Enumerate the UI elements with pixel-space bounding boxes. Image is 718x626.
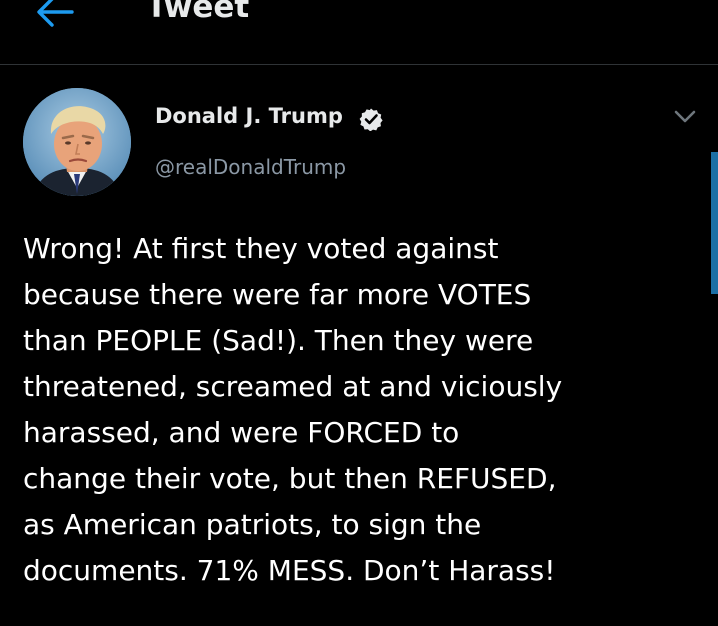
tweet-text-line: as American patriots, to sign the — [23, 508, 482, 541]
tweet-text-line: than PEOPLE (Sad!). Then they were — [23, 324, 534, 357]
tweet-text-line: harassed, and were FORCED to — [23, 416, 460, 449]
avatar[interactable] — [23, 88, 131, 196]
author-handle[interactable]: @realDonaldTrump — [155, 155, 346, 179]
back-button[interactable] — [30, 0, 80, 30]
page-title: Tweet — [146, 0, 250, 25]
tweet-text-line: change their vote, but then REFUSED, — [23, 462, 557, 495]
author-display-name[interactable]: Donald J. Trump — [155, 104, 343, 128]
tweet-text-line: documents. 71% MESS. Don’t Harass! — [23, 554, 556, 587]
tweet-text: Wrong! At first they voted against becau… — [23, 226, 703, 594]
scrollbar-thumb[interactable] — [711, 152, 718, 294]
tweet-text-line: threatened, screamed at and viciously — [23, 370, 563, 403]
tweet-text-line: Wrong! At first they voted against — [23, 232, 499, 265]
profile-photo — [23, 88, 131, 196]
verified-badge-icon — [359, 107, 383, 132]
tweet-text-line: because there were far more VOTES — [23, 278, 532, 311]
arrow-left-icon — [37, 0, 74, 27]
chevron-down-icon — [674, 110, 696, 123]
top-app-bar: Tweet — [0, 0, 718, 65]
more-options-button[interactable] — [671, 106, 699, 128]
